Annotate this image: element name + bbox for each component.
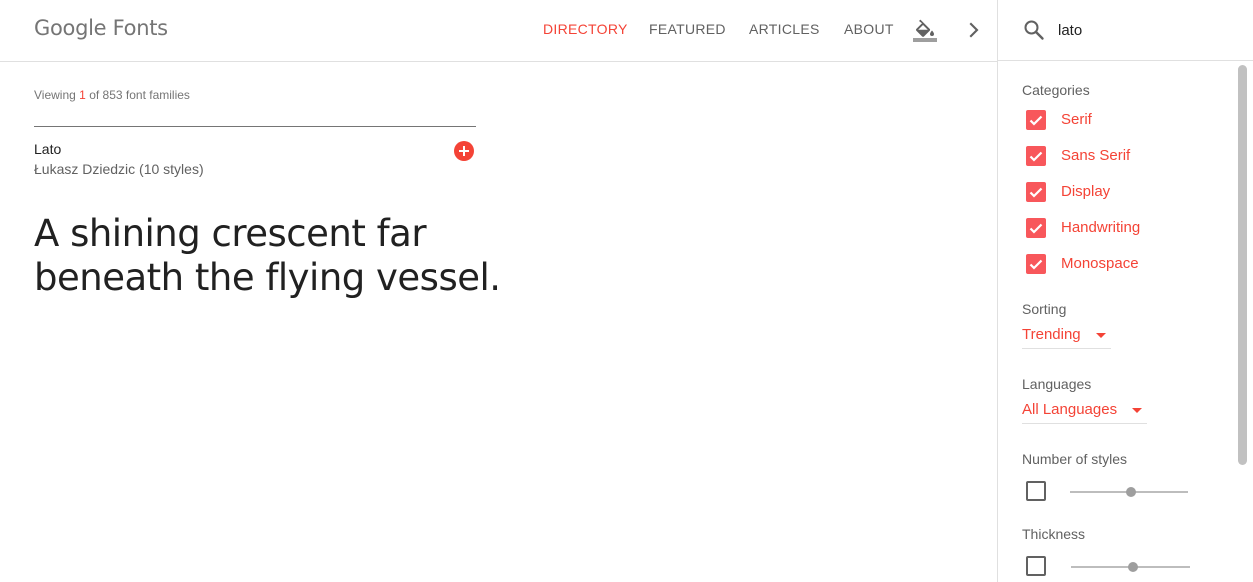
search-bar xyxy=(997,0,1253,61)
styles-slider-thumb[interactable] xyxy=(1126,487,1136,497)
thickness-checkbox[interactable] xyxy=(1026,556,1046,576)
check-icon xyxy=(1029,151,1043,162)
sorting-dropdown[interactable]: Trending xyxy=(1022,322,1111,349)
styles-checkbox[interactable] xyxy=(1026,481,1046,501)
category-label: Serif xyxy=(1061,111,1092,128)
check-icon xyxy=(1029,223,1043,234)
dropdown-arrow-icon xyxy=(1096,333,1106,338)
checkbox-checked[interactable] xyxy=(1026,182,1046,202)
nav-about[interactable]: ABOUT xyxy=(844,21,894,37)
nav-directory[interactable]: DIRECTORY xyxy=(543,21,628,37)
sorting-value: Trending xyxy=(1022,326,1081,343)
languages-dropdown[interactable]: All Languages xyxy=(1022,397,1147,424)
paint-bucket-icon[interactable] xyxy=(913,18,937,42)
category-label: Handwriting xyxy=(1061,219,1141,236)
category-label: Monospace xyxy=(1061,255,1139,272)
thickness-title: Thickness xyxy=(1022,526,1086,542)
checkbox-checked[interactable] xyxy=(1026,146,1046,166)
nav-featured[interactable]: FEATURED xyxy=(649,21,726,37)
plus-circle-icon xyxy=(459,146,469,156)
languages-value: All Languages xyxy=(1022,401,1118,418)
languages-title: Languages xyxy=(1022,376,1092,392)
sorting-title: Sorting xyxy=(1022,301,1067,317)
search-input[interactable] xyxy=(1058,18,1228,42)
checkbox-checked[interactable] xyxy=(1026,218,1046,238)
chevron-right-icon[interactable] xyxy=(965,20,981,40)
add-font-button[interactable] xyxy=(454,141,474,161)
number-of-styles-title: Number of styles xyxy=(1022,451,1128,467)
search-icon[interactable] xyxy=(1022,18,1046,42)
viewing-suffix: of 853 font families xyxy=(89,88,190,102)
categories-title: Categories xyxy=(1022,82,1090,98)
font-card-author: Łukasz Dziedzic (10 styles) xyxy=(34,161,204,177)
google-fonts-logo[interactable]: Google Fonts xyxy=(34,16,168,40)
viewing-count: 1 xyxy=(79,88,86,102)
font-card-name[interactable]: Lato xyxy=(34,141,61,157)
viewing-prefix: Viewing xyxy=(34,88,76,102)
font-sample-text[interactable]: A shining crescent far beneath the flyin… xyxy=(34,212,504,300)
font-card-divider xyxy=(34,126,476,127)
category-label: Sans Serif xyxy=(1061,147,1131,164)
check-icon xyxy=(1029,115,1043,126)
top-header: Google Fonts DIRECTORY FEATURED ARTICLES… xyxy=(0,0,997,62)
checkbox-checked[interactable] xyxy=(1026,254,1046,274)
dropdown-arrow-icon xyxy=(1132,408,1142,413)
filter-sidebar: Categories Serif Sans Serif Display Hand… xyxy=(997,61,1253,582)
check-icon xyxy=(1029,259,1043,270)
category-label: Display xyxy=(1061,183,1111,200)
thickness-slider-thumb[interactable] xyxy=(1128,562,1138,572)
check-icon xyxy=(1029,187,1043,198)
results-count: Viewing 1 of 853 font families xyxy=(34,88,190,102)
nav-articles[interactable]: ARTICLES xyxy=(749,21,820,37)
sidebar-scrollbar[interactable] xyxy=(1238,65,1247,465)
checkbox-checked[interactable] xyxy=(1026,110,1046,130)
